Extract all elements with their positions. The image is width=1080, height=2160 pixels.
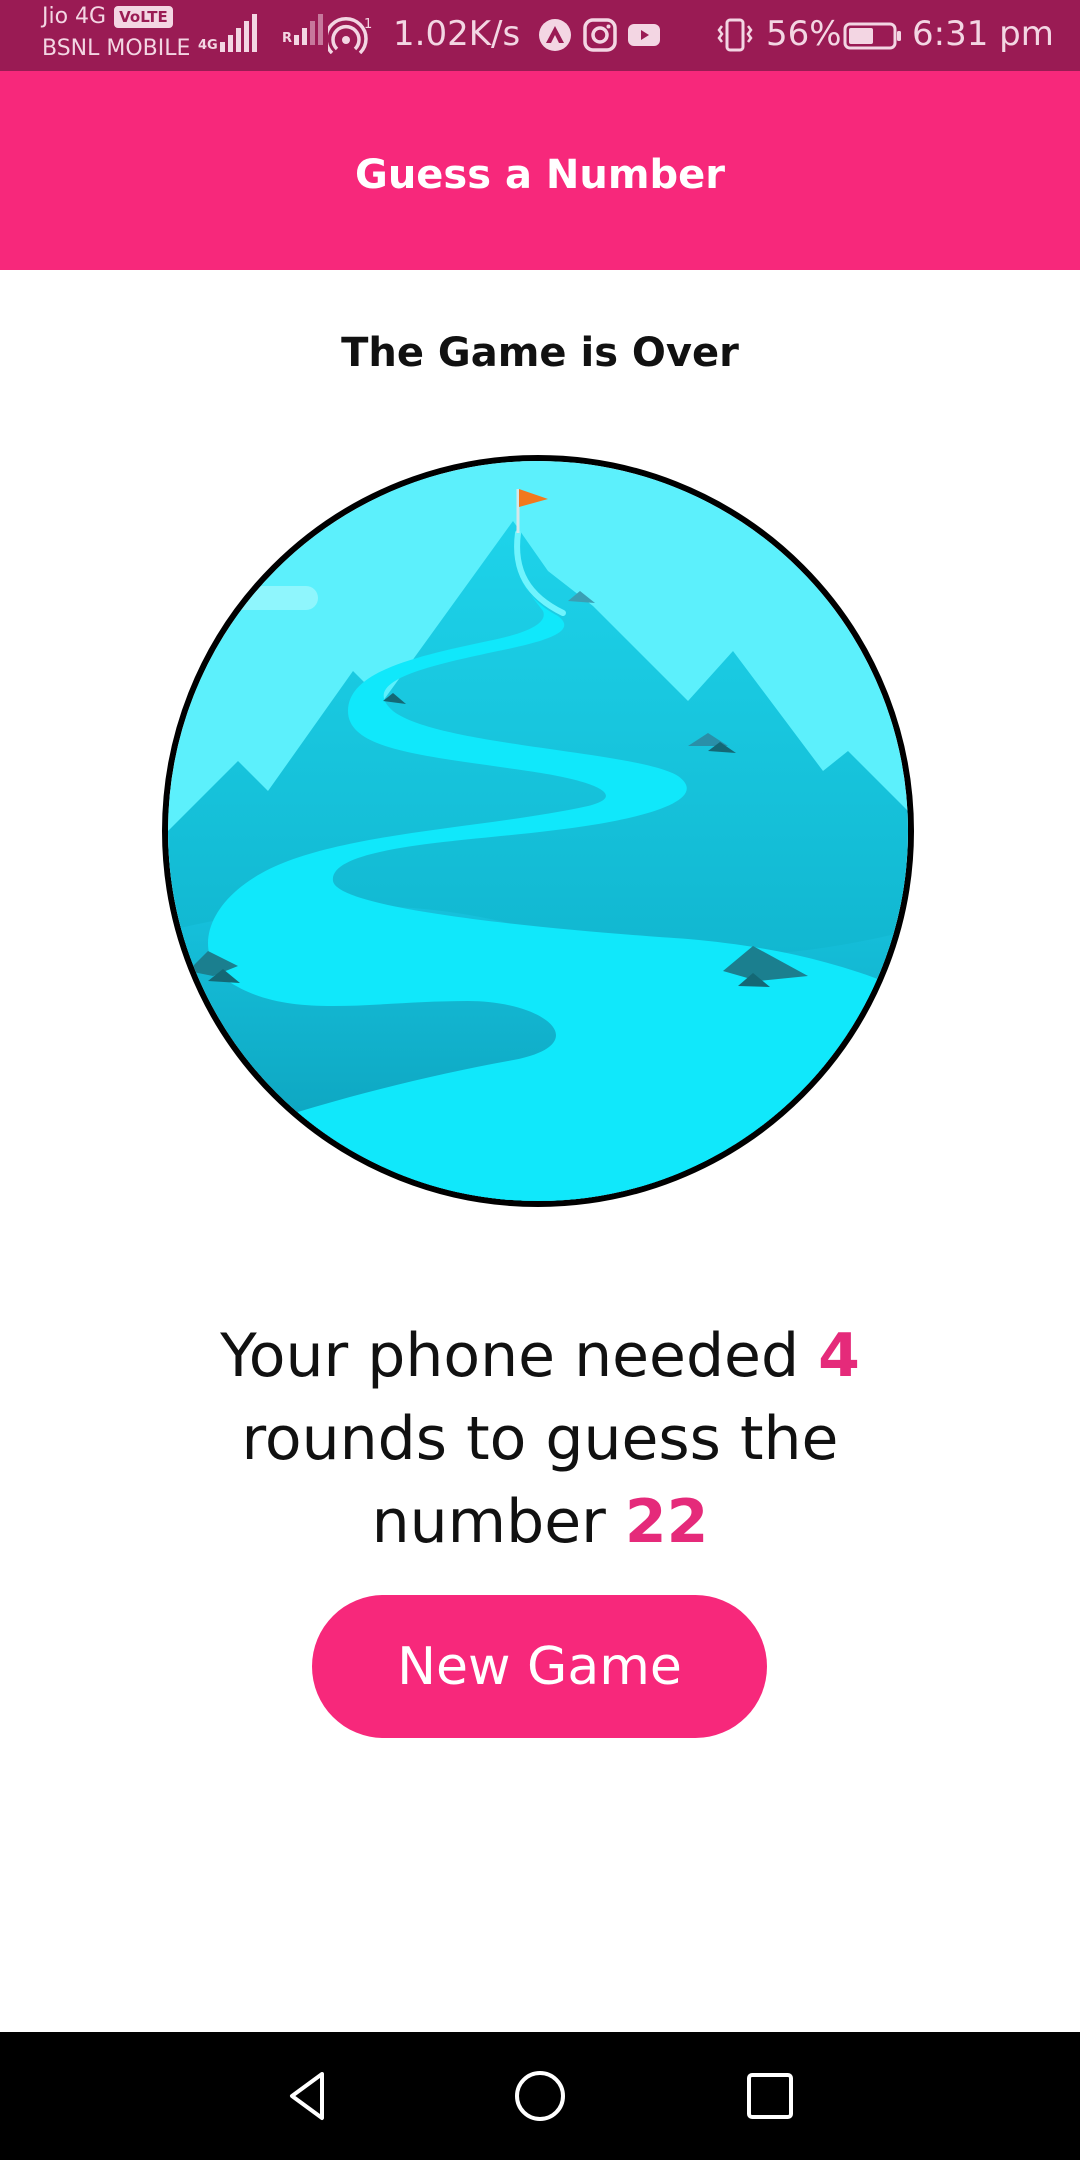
network-tag: 4G (198, 38, 218, 53)
result-prefix: Your phone needed (220, 1321, 819, 1391)
roaming-tag: R (282, 31, 293, 46)
recents-icon[interactable] (738, 2064, 802, 2128)
navigation-bar (0, 2032, 1080, 2160)
carrier-info: Jio 4G VoLTE BSNL MOBILE (42, 6, 190, 60)
clock: 6:31 pm (912, 14, 1054, 54)
carrier-primary: Jio 4G (42, 4, 107, 29)
rounds-count: 4 (818, 1321, 860, 1391)
youtube-icon (628, 24, 660, 46)
volte-badge: VoLTE (114, 6, 173, 28)
network-speed: 1.02K/s (393, 14, 521, 54)
status-bar: Jio 4G VoLTE BSNL MOBILE 4G R 1 1.02K/s (0, 0, 1080, 71)
instagram-icon (583, 18, 617, 52)
triangle-app-icon (539, 19, 571, 51)
guessed-number: 22 (624, 1487, 709, 1557)
carrier-secondary: BSNL MOBILE (42, 36, 191, 61)
back-icon[interactable] (276, 2064, 340, 2128)
app-title: Guess a Number (354, 151, 726, 198)
mountain-summit-illustration (162, 455, 914, 1207)
result-text: Your phone needed 4 rounds to guess the … (190, 1315, 890, 1564)
new-game-button[interactable]: New Game (312, 1595, 767, 1738)
app-screen: Jio 4G VoLTE BSNL MOBILE 4G R 1 1.02K/s (0, 0, 1080, 2160)
signal-strength-icon: 4G (198, 14, 257, 52)
home-icon[interactable] (508, 2064, 572, 2128)
app-header: Guess a Number (0, 71, 1080, 270)
vibrate-icon (717, 18, 753, 52)
game-over-heading: The Game is Over (341, 330, 739, 376)
hotspot-superscript: 1 (364, 17, 372, 32)
hotspot-icon: 1 (328, 16, 372, 54)
battery-icon (843, 22, 901, 50)
roaming-signal-icon: R (282, 14, 324, 46)
result-middle: rounds to guess the number (241, 1404, 839, 1557)
battery-percent: 56% (766, 14, 842, 54)
